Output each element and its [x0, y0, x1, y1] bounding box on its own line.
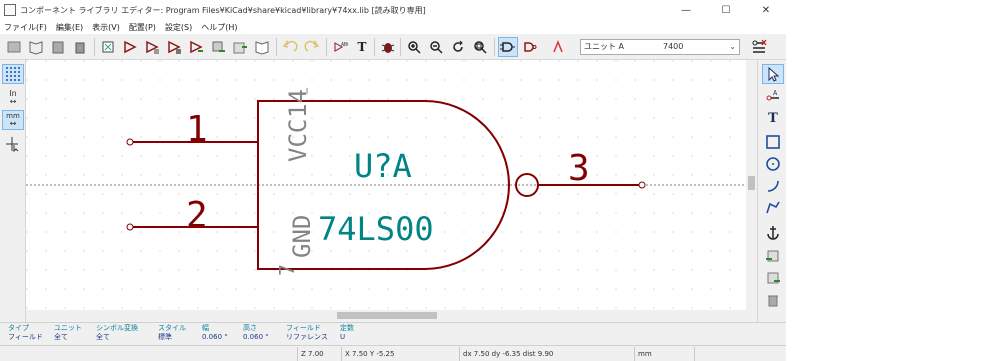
- show-grid-icon[interactable]: [2, 64, 24, 84]
- units-inch-icon[interactable]: In ↔: [2, 88, 24, 108]
- load-part-icon[interactable]: [142, 37, 162, 57]
- pin-name-gnd: GND: [288, 215, 316, 258]
- delete-item-icon[interactable]: [762, 290, 784, 310]
- add-rectangle-icon[interactable]: [762, 132, 784, 152]
- status-zoom: Z 7.00: [297, 347, 341, 361]
- status-units: mm: [634, 347, 694, 361]
- menu-bar: ファイル(F) 編集(E) 表示(V) 配置(P) 設定(S) ヘルプ(H): [0, 20, 786, 34]
- add-arc-icon[interactable]: [762, 176, 784, 196]
- datasheet-pdf-icon[interactable]: [548, 37, 568, 57]
- create-new-library-icon[interactable]: [230, 37, 250, 57]
- alias-select[interactable]: 7400 ⌄: [660, 39, 740, 55]
- new-part-icon[interactable]: [98, 37, 118, 57]
- pin-2-end: [126, 223, 134, 231]
- status-cursor-coords: X 7.50 Y -5.25: [341, 347, 459, 361]
- import-graphic-icon[interactable]: [762, 246, 784, 266]
- zoom-fit-icon[interactable]: [470, 37, 490, 57]
- status-relative-coords: dx 7.50 dy -6.35 dist 9.90: [459, 347, 634, 361]
- message-panel: タイプ フィールド ユニット 全て シンボル変換 全て スタイル 標準 幅 0.060 "…: [0, 322, 786, 345]
- part-properties-icon[interactable]: ABC: [330, 37, 350, 57]
- add-pin-icon[interactable]: A: [762, 86, 784, 106]
- export-graphic-icon[interactable]: [762, 268, 784, 288]
- schematic-canvas[interactable]: 1 2 3 VCC 14 GND 7 U?A 74LS00: [26, 60, 746, 310]
- pin-3-number: 3: [568, 148, 590, 189]
- pin-2-number: 2: [186, 195, 208, 236]
- alias-select-value: 7400: [663, 42, 684, 51]
- library-editor-window: コンポーネント ライブラリ エディター: Program Files¥KiCad…: [0, 0, 786, 361]
- close-button[interactable]: ✕: [746, 0, 786, 20]
- status-blank: [0, 347, 297, 361]
- value-field: 74LS00: [318, 210, 434, 248]
- msg-style: スタイル 標準: [158, 324, 186, 341]
- menu-place[interactable]: 配置(P): [129, 22, 156, 33]
- export-part-icon[interactable]: [208, 37, 228, 57]
- status-empty: [694, 347, 786, 361]
- units-mm-icon[interactable]: mm ↔: [2, 110, 24, 130]
- add-polyline-icon[interactable]: [762, 198, 784, 218]
- window-title: コンポーネント ライブラリ エディター: Program Files¥KiCad…: [20, 5, 426, 15]
- menu-edit[interactable]: 編集(E): [56, 22, 83, 33]
- minimize-button[interactable]: —: [666, 0, 706, 20]
- delete-part-icon[interactable]: [70, 37, 90, 57]
- import-part-icon[interactable]: [186, 37, 206, 57]
- app-icon: [4, 4, 16, 16]
- unit-select-value: ユニット A: [584, 42, 625, 51]
- horizontal-scroll-thumb[interactable]: [337, 312, 437, 319]
- vertical-scrollbar[interactable]: [746, 60, 757, 310]
- document-icon[interactable]: [252, 37, 272, 57]
- normal-body-style-icon[interactable]: [498, 37, 518, 57]
- pin-7-number: 7: [275, 264, 299, 276]
- vertical-scroll-thumb[interactable]: [748, 176, 755, 190]
- menu-view[interactable]: 表示(V): [92, 22, 120, 33]
- title-bar: コンポーネント ライブラリ エディター: Program Files¥KiCad…: [0, 0, 786, 20]
- reference-field: U?A: [354, 147, 412, 185]
- msg-field: フィールド リファレンス: [286, 324, 328, 341]
- add-circle-icon[interactable]: [762, 154, 784, 174]
- cursor-shape-icon[interactable]: [2, 134, 24, 154]
- select-tool-icon[interactable]: [762, 64, 784, 84]
- pin-1-number: 1: [186, 109, 208, 150]
- menu-file[interactable]: ファイル(F): [4, 22, 47, 33]
- msg-value: 定数 U: [340, 324, 354, 341]
- anchor-icon[interactable]: [762, 222, 784, 242]
- chevron-down-icon: ⌄: [729, 42, 736, 51]
- right-toolbar: A T: [757, 60, 786, 322]
- msg-convert: シンボル変換 全て: [96, 324, 138, 341]
- pin-name-vcc: VCC: [284, 119, 312, 162]
- zoom-out-icon[interactable]: [426, 37, 446, 57]
- maximize-button[interactable]: ☐: [706, 0, 746, 20]
- library-browser-icon[interactable]: [26, 37, 46, 57]
- menu-preferences[interactable]: 設定(S): [165, 22, 192, 33]
- zoom-in-icon[interactable]: [404, 37, 424, 57]
- msg-unit: ユニット 全て: [54, 324, 82, 341]
- pin-14-number: 14: [284, 89, 312, 118]
- de-morgan-style-icon[interactable]: [520, 37, 540, 57]
- msg-height: 高さ 0.060 ": [243, 324, 269, 341]
- create-part-icon[interactable]: [120, 37, 140, 57]
- msg-type: タイプ フィールド: [8, 324, 43, 341]
- edit-fields-icon[interactable]: T: [352, 37, 372, 57]
- pin-3-end: [638, 181, 646, 189]
- redo-icon[interactable]: [302, 37, 322, 57]
- pin-table-icon[interactable]: [750, 37, 770, 57]
- horizontal-scrollbar[interactable]: [26, 310, 757, 321]
- main-toolbar: ABC T ユニット A ⌄ 7400 ⌄: [0, 34, 786, 60]
- svg-text:ABC: ABC: [341, 42, 348, 48]
- svg-text:A: A: [773, 89, 778, 97]
- msg-width: 幅 0.060 ": [202, 324, 228, 341]
- left-toolbar: In ↔ mm ↔: [0, 60, 26, 322]
- menu-help[interactable]: ヘルプ(H): [201, 22, 237, 33]
- add-text-icon[interactable]: T: [762, 108, 784, 128]
- erc-bug-icon[interactable]: [378, 37, 398, 57]
- save-library-icon[interactable]: [48, 37, 68, 57]
- undo-icon[interactable]: [280, 37, 300, 57]
- select-library-icon[interactable]: [4, 37, 24, 57]
- save-part-icon[interactable]: [164, 37, 184, 57]
- status-bar: Z 7.00 X 7.50 Y -5.25 dx 7.50 dy -6.35 d…: [0, 345, 786, 361]
- symbol-drawing: 1 2 3 VCC 14 GND 7 U?A 74LS00: [26, 60, 746, 310]
- redraw-icon[interactable]: [448, 37, 468, 57]
- pin-1-end: [126, 138, 134, 146]
